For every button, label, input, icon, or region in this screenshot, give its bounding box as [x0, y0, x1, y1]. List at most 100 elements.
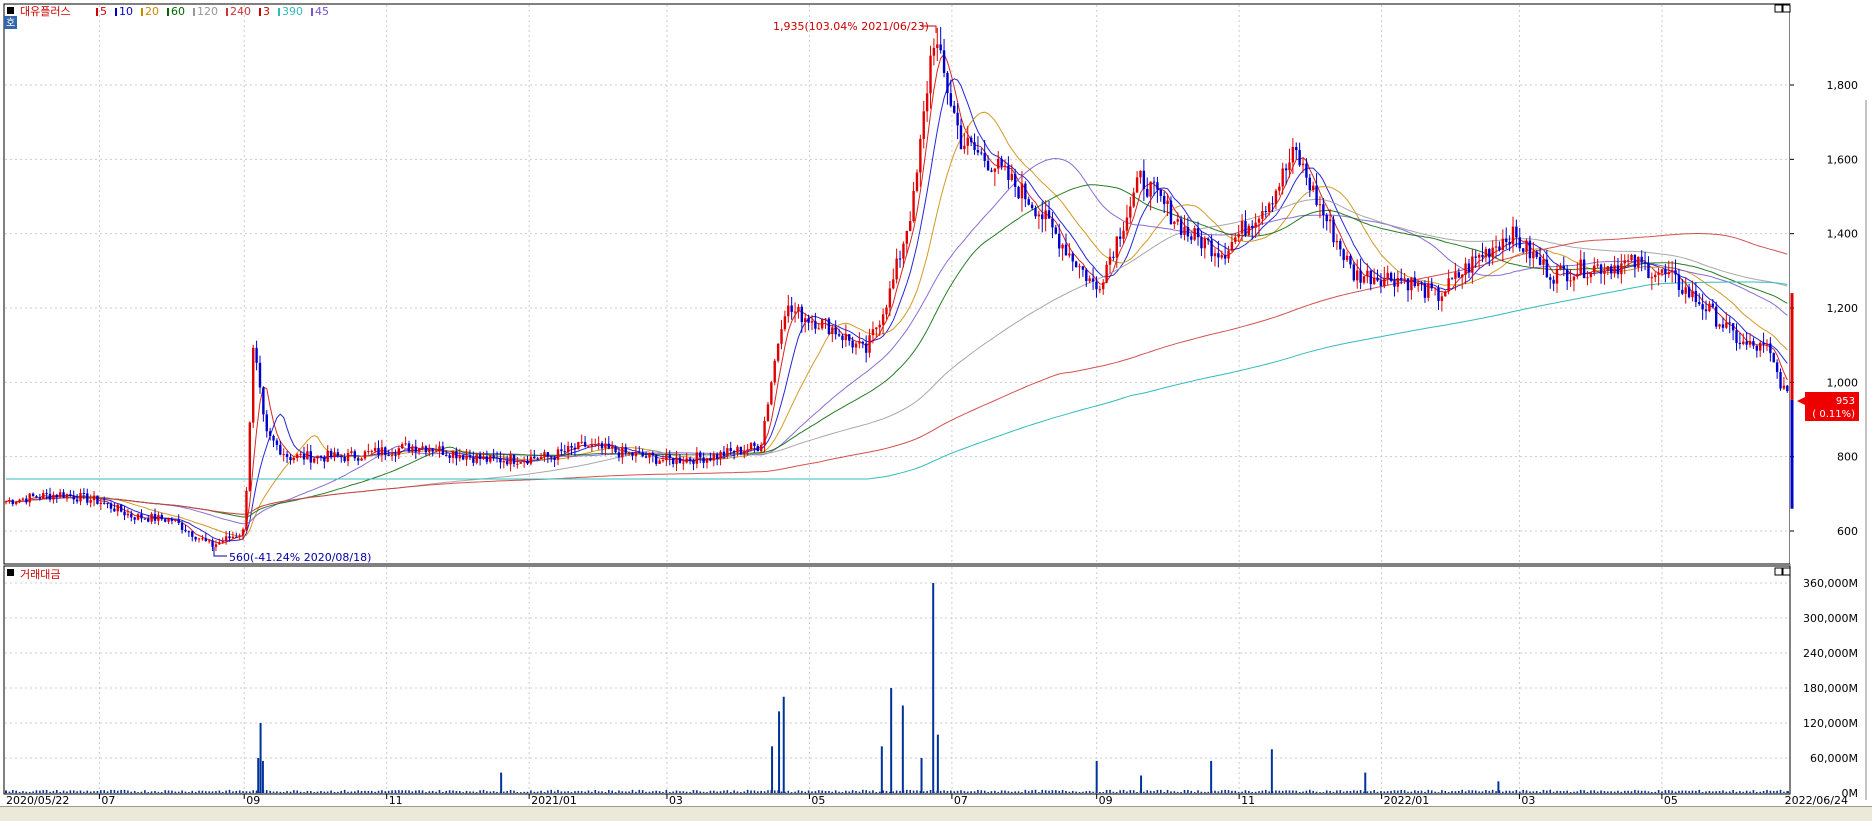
candle-body — [749, 442, 753, 450]
candle-body — [1098, 289, 1102, 291]
candle-body — [1335, 240, 1339, 243]
candle-body — [1318, 204, 1322, 206]
candle-body — [1437, 287, 1440, 302]
candle-body — [925, 93, 929, 112]
high-annotation: 1,935(103.04% 2021/06/23) — [773, 20, 929, 33]
candle-body — [1349, 255, 1352, 265]
candle-body — [8, 500, 11, 502]
candle-body — [218, 542, 221, 545]
candle-body — [610, 446, 614, 449]
candle-body — [1013, 173, 1017, 187]
candle-body — [204, 538, 208, 541]
candle-body — [1359, 270, 1362, 283]
candle-body — [956, 112, 959, 126]
candle-body — [1162, 195, 1166, 204]
candle-body — [1064, 244, 1068, 256]
price-tick-label: 1,800 — [1827, 79, 1859, 92]
candle-body — [448, 455, 451, 458]
candle-body — [1291, 147, 1295, 163]
candle-body — [1369, 270, 1372, 285]
candle-body — [1654, 274, 1657, 278]
candle-body — [1714, 306, 1718, 327]
ma-legend-label-3: 60 — [171, 5, 185, 18]
candle-body — [1521, 248, 1525, 252]
candle-body — [699, 452, 702, 458]
volume-close-icon[interactable] — [1782, 567, 1791, 576]
candle-body — [468, 455, 472, 458]
candle-body — [1047, 210, 1051, 219]
candle-body — [573, 447, 577, 450]
candle-body — [289, 456, 292, 461]
candle-body — [590, 444, 594, 447]
candle-body — [499, 458, 502, 463]
candle-body — [360, 458, 363, 461]
candle-body — [1203, 238, 1207, 249]
candle-body — [1545, 259, 1549, 278]
candle-body — [512, 454, 516, 464]
candle-body — [292, 457, 296, 461]
volume-tick-label: 180,000M — [1803, 682, 1858, 695]
ma-legend-label-4: 120 — [197, 5, 218, 18]
candle-body — [302, 453, 306, 460]
candle-body — [997, 158, 1000, 169]
candle-body — [1244, 221, 1247, 236]
candle-body — [377, 447, 380, 456]
candle-body — [875, 327, 878, 330]
candle-body — [69, 494, 72, 496]
candle-body — [969, 137, 973, 143]
candle-body — [1501, 238, 1505, 250]
x-tick-label: 09 — [1099, 794, 1113, 806]
candle-body — [1765, 343, 1769, 345]
price-panel-icon[interactable] — [7, 7, 14, 14]
candle-body — [160, 514, 163, 520]
candle-body — [1085, 269, 1088, 282]
candle-body — [150, 513, 153, 522]
candle-body — [482, 456, 485, 459]
candle-body — [472, 457, 475, 463]
price-close-icon[interactable] — [1782, 4, 1791, 13]
candle-body — [1572, 276, 1576, 281]
candle-body — [1169, 200, 1173, 224]
candle-body — [746, 449, 749, 452]
candle-body — [1295, 147, 1298, 151]
candle-body — [1251, 225, 1254, 228]
candle-body — [648, 452, 651, 458]
candle-body — [1433, 287, 1437, 289]
candle-body — [594, 443, 597, 445]
candle-body — [685, 458, 688, 463]
candle-body — [96, 495, 99, 505]
candle-body — [726, 448, 729, 457]
candle-body — [1511, 226, 1515, 245]
candle-body — [319, 455, 323, 458]
ma-legend-label-0: 5 — [100, 5, 107, 18]
volume-panel-icon[interactable] — [7, 569, 14, 576]
x-tick-label: 11 — [389, 794, 403, 806]
candle-body — [502, 461, 506, 463]
candle-body — [228, 536, 231, 539]
candle-body — [1630, 254, 1633, 261]
candle-body — [715, 454, 719, 459]
panel-controls-price[interactable] — [1774, 4, 1791, 13]
candle-body — [174, 519, 177, 521]
candle-body — [1213, 253, 1217, 257]
candle-body — [1054, 227, 1058, 234]
volume-minimize-icon[interactable] — [1774, 567, 1783, 576]
panel-controls-volume[interactable] — [1774, 567, 1791, 576]
candle-body — [993, 168, 997, 172]
candle-body — [898, 258, 902, 260]
candle-body — [1281, 168, 1284, 187]
candle-body — [732, 451, 736, 453]
candle-body — [1325, 215, 1328, 222]
candle-body — [441, 446, 445, 455]
candle-body — [1582, 259, 1586, 278]
candle-body — [1088, 278, 1091, 282]
candle-body — [1559, 265, 1562, 269]
candle-body — [980, 152, 983, 154]
candle-body — [1562, 265, 1565, 270]
candle-body — [1003, 165, 1007, 167]
candle-body — [262, 387, 265, 415]
candle-body — [1413, 277, 1416, 287]
candle-body — [851, 340, 854, 348]
price-minimize-icon[interactable] — [1774, 4, 1783, 13]
candle-body — [113, 508, 116, 512]
